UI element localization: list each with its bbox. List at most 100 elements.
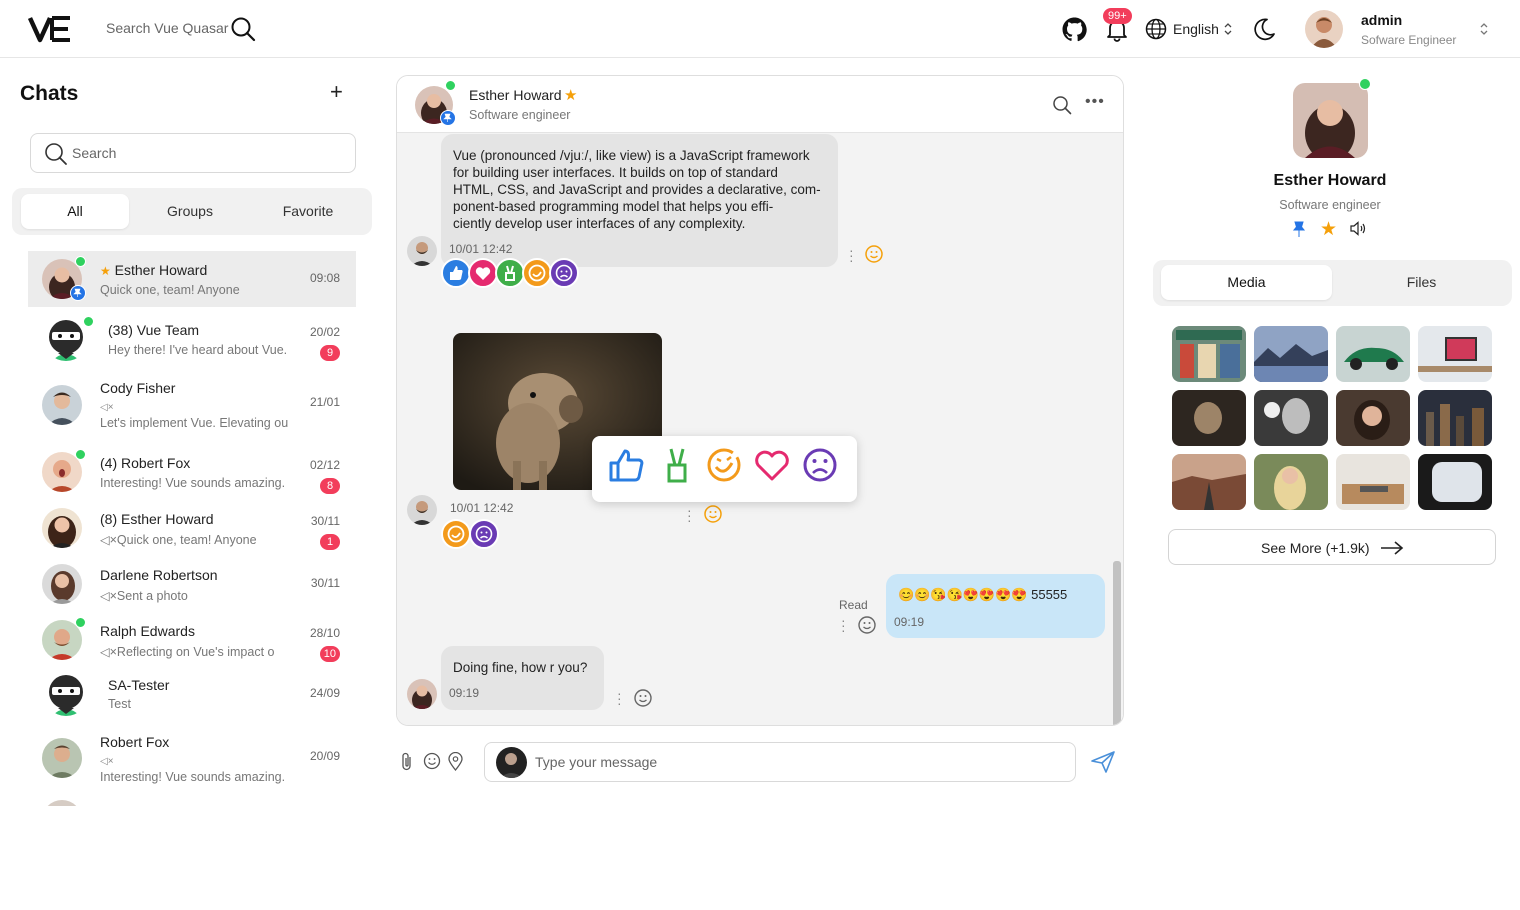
chat-time: 28/10	[309, 626, 340, 640]
chevron-updown-icon[interactable]	[1479, 21, 1489, 37]
victory-hand-icon[interactable]	[660, 445, 694, 485]
chat-search-input[interactable]: Search	[30, 133, 356, 173]
love-icon[interactable]	[752, 445, 792, 485]
media-thumbnail[interactable]	[1172, 454, 1246, 510]
chat-time: 21/01	[309, 395, 340, 409]
chat-list-item[interactable]: Robert Fox ◁× Interesting! Vue sounds am…	[28, 729, 356, 789]
reaction-haha-icon[interactable]	[522, 258, 552, 288]
chat-preview: ◁×Quick one, team! Anyone	[100, 533, 257, 547]
globe-icon[interactable]	[1145, 18, 1167, 40]
search-icon[interactable]	[1052, 95, 1072, 115]
location-pin-icon[interactable]	[448, 752, 463, 771]
unread-badge: 9	[320, 345, 340, 361]
attachment-icon[interactable]	[400, 752, 414, 772]
media-thumbnail[interactable]	[1418, 326, 1492, 382]
github-icon[interactable]	[1062, 17, 1087, 42]
media-thumbnail[interactable]	[1418, 454, 1492, 510]
chat-name: ★ Esther Howard	[100, 262, 208, 278]
chat-list-item[interactable]: SA-Tester Test 24/09	[28, 666, 356, 726]
chat-time: 30/11	[310, 514, 340, 528]
search-icon[interactable]	[230, 16, 256, 42]
reaction-haha-icon[interactable]	[441, 519, 471, 549]
star-icon: ★	[564, 87, 578, 104]
message-options-icon[interactable]: · · ·	[841, 613, 846, 637]
like-icon[interactable]	[607, 445, 647, 485]
message-input[interactable]: Type your message	[484, 742, 1076, 782]
add-reaction-icon[interactable]	[633, 688, 653, 708]
online-indicator	[1359, 78, 1371, 90]
media-thumbnail[interactable]	[1336, 454, 1410, 510]
add-reaction-icon[interactable]	[857, 615, 877, 635]
online-indicator	[83, 316, 94, 327]
user-avatar[interactable]	[1305, 10, 1343, 48]
chat-list-item[interactable]: Cody Fisher ◁× Let's implement Vue. Elev…	[28, 375, 356, 435]
haha-icon[interactable]	[704, 445, 744, 485]
chat-name: SA-Tester	[108, 677, 170, 693]
reaction-sad-icon[interactable]	[549, 258, 579, 288]
reaction-like-icon[interactable]	[441, 258, 471, 288]
media-thumbnail[interactable]	[1418, 390, 1492, 446]
message-bubble-outgoing[interactable]: 😊😊😘😘😍😍😍😍 55555 09:19	[886, 574, 1105, 638]
message-options-icon[interactable]: · · ·	[849, 243, 854, 267]
more-options-icon[interactable]: •••	[1085, 93, 1105, 111]
online-indicator	[75, 449, 86, 460]
chat-list-item[interactable]: (38) Vue Team Hey there! I've heard abou…	[28, 311, 356, 367]
chat-name: Cody Fisher	[100, 380, 176, 396]
media-thumbnail[interactable]	[1336, 390, 1410, 446]
online-indicator	[445, 80, 456, 91]
add-reaction-icon[interactable]	[864, 244, 884, 264]
profile-avatar[interactable]	[1293, 83, 1368, 158]
chat-list-item[interactable]: Darlene Robertson ◁×Sent a photo 30/11	[28, 556, 356, 612]
avatar	[42, 738, 82, 778]
user-name: admin	[1361, 12, 1403, 28]
chevron-updown-icon[interactable]	[1223, 21, 1233, 37]
chat-preview: Test	[108, 697, 131, 711]
message-options-icon[interactable]: · · ·	[687, 503, 692, 527]
tab-files[interactable]: Files	[1336, 265, 1507, 300]
media-thumbnail[interactable]	[1254, 390, 1328, 446]
tab-groups[interactable]: Groups	[136, 194, 244, 229]
emoji-icon[interactable]	[423, 752, 441, 770]
tab-favorite[interactable]: Favorite	[254, 194, 362, 229]
chat-list-item[interactable]	[28, 796, 356, 806]
media-thumbnail[interactable]	[1254, 454, 1328, 510]
new-chat-plus-icon[interactable]: +	[330, 81, 343, 103]
conversation-panel: Esther Howard ★ Software engineer ••• Vu…	[396, 75, 1124, 726]
sad-icon[interactable]	[800, 445, 840, 485]
logo-icon[interactable]	[28, 14, 72, 44]
language-select[interactable]: English	[1173, 21, 1219, 37]
reaction-love-icon[interactable]	[468, 258, 498, 288]
add-reaction-icon[interactable]	[703, 504, 723, 524]
chat-time: 09:08	[309, 271, 340, 285]
chat-list-item[interactable]: ★ Esther Howard Quick one, team! Anyone …	[28, 251, 356, 307]
scrollbar[interactable]	[1113, 561, 1121, 725]
send-icon[interactable]	[1090, 750, 1116, 774]
message-bubble[interactable]: Doing fine, how r you? 09:19	[441, 646, 604, 710]
message-area[interactable]: Vue (pronounced /vjuː/, like view) is a …	[397, 133, 1123, 725]
message-bubble[interactable]: Vue (pronounced /vjuː/, like view) is a …	[441, 134, 838, 267]
media-thumbnail[interactable]	[1172, 326, 1246, 382]
reaction-victory-icon[interactable]	[495, 258, 525, 288]
message-time: 09:19	[894, 615, 925, 629]
reaction-sad-icon[interactable]	[469, 519, 499, 549]
tab-all[interactable]: All	[21, 194, 129, 229]
favorite-star-icon[interactable]: ★	[1320, 218, 1337, 241]
notification-badge: 99+	[1103, 8, 1132, 24]
global-search-input[interactable]: Search Vue Quasar	[106, 20, 228, 36]
reaction-picker	[592, 436, 857, 502]
chat-list-item[interactable]: (8) Esther Howard ◁×Quick one, team! Any…	[28, 500, 356, 556]
chat-list-item[interactable]: Ralph Edwards ◁×Reflecting on Vue's impa…	[28, 612, 356, 668]
media-thumbnail[interactable]	[1172, 390, 1246, 446]
speaker-icon[interactable]	[1350, 221, 1367, 236]
message-options-icon[interactable]: · · ·	[617, 686, 622, 710]
chat-list-item[interactable]: (4) Robert Fox Interesting! Vue sounds a…	[28, 444, 356, 500]
pin-icon[interactable]	[1291, 220, 1307, 238]
media-thumbnail[interactable]	[1336, 326, 1410, 382]
unread-badge: 8	[320, 478, 340, 494]
media-thumbnail[interactable]	[1254, 326, 1328, 382]
chat-filter-tabs: All Groups Favorite	[12, 188, 372, 235]
tab-media[interactable]: Media	[1161, 265, 1332, 300]
see-more-button[interactable]: See More (+1.9k)	[1168, 529, 1496, 565]
dark-mode-moon-icon[interactable]	[1252, 17, 1276, 41]
chat-name: Ralph Edwards	[100, 623, 195, 639]
